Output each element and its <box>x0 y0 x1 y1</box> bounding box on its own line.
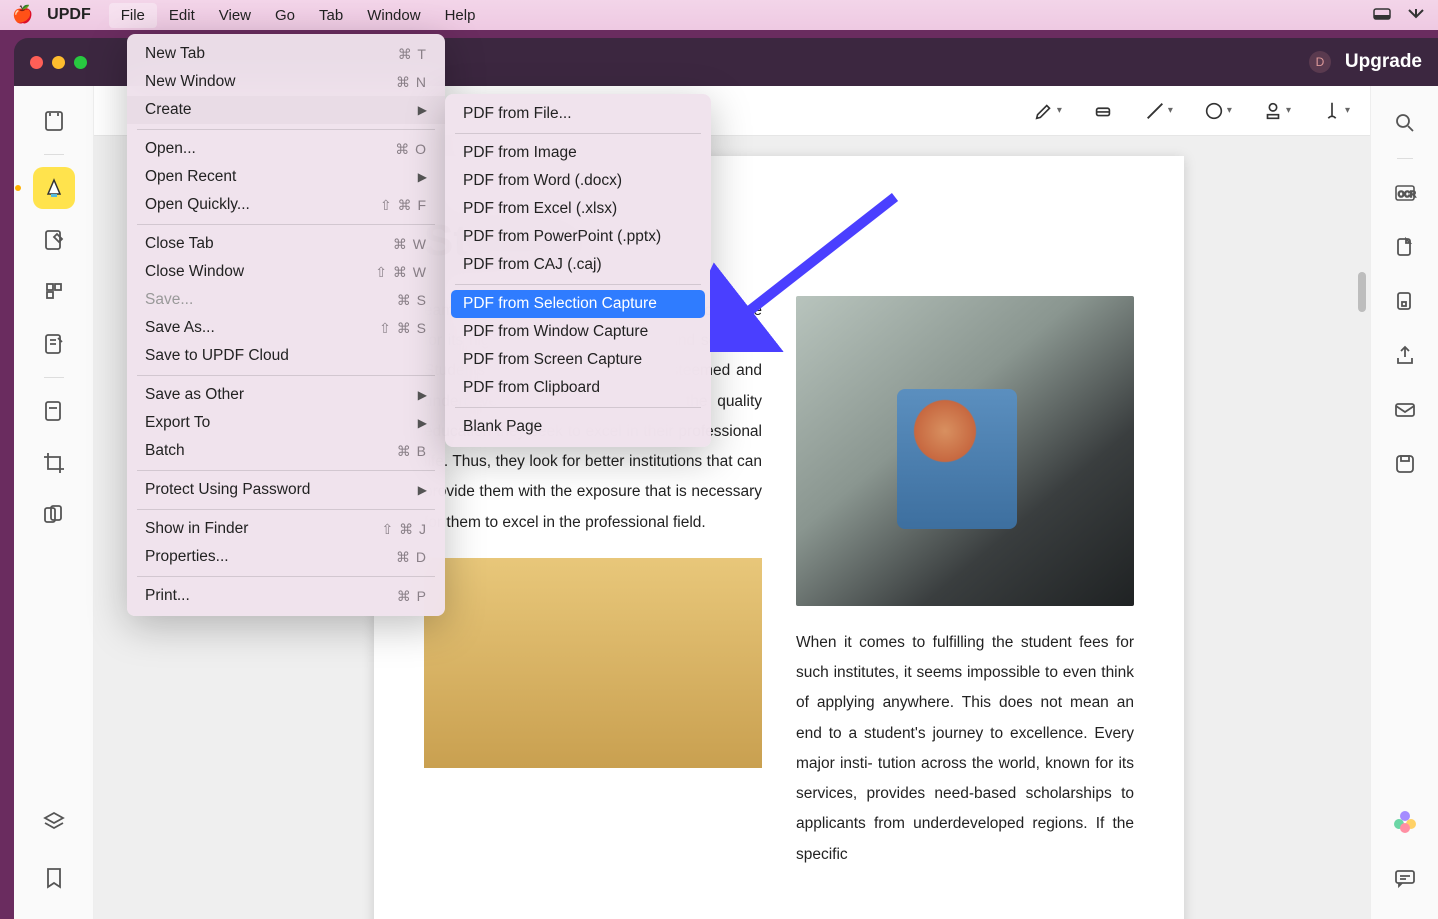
pencil-tool[interactable]: ▾ <box>1033 100 1062 122</box>
tray-icon-1[interactable] <box>1372 7 1392 23</box>
svg-text:OCR: OCR <box>1398 190 1416 199</box>
separator <box>455 133 701 134</box>
menu-pdf-from-file[interactable]: PDF from File... <box>445 100 711 128</box>
maximize-window-button[interactable] <box>74 56 87 69</box>
document-image-2 <box>424 558 762 768</box>
separator <box>1397 158 1413 159</box>
menu-window[interactable]: Window <box>355 3 432 28</box>
menu-help[interactable]: Help <box>433 3 488 28</box>
organize-tool[interactable] <box>33 271 75 313</box>
menu-save-as[interactable]: Save As...⇧ ⌘ S <box>127 314 445 342</box>
menu-show-finder[interactable]: Show in Finder⇧ ⌘ J <box>127 515 445 543</box>
menu-protect[interactable]: Protect Using Password▶ <box>127 476 445 504</box>
menu-pdf-from-image[interactable]: PDF from Image <box>445 139 711 167</box>
chevron-right-icon: ▶ <box>418 416 427 430</box>
menu-blank-page[interactable]: Blank Page <box>445 413 711 441</box>
menu-print[interactable]: Print...⌘ P <box>127 582 445 610</box>
apple-icon[interactable]: 🍎 <box>12 5 33 25</box>
right-sidebar: OCR <box>1370 86 1438 919</box>
menu-pdf-from-caj[interactable]: PDF from CAJ (.caj) <box>445 251 711 279</box>
separator <box>44 154 64 155</box>
minimize-window-button[interactable] <box>52 56 65 69</box>
separator <box>137 129 435 130</box>
chevron-right-icon: ▶ <box>418 170 427 184</box>
window-controls <box>30 56 87 69</box>
separator <box>137 224 435 225</box>
layers-button[interactable] <box>33 801 75 843</box>
separator <box>137 470 435 471</box>
menu-pdf-from-powerpoint[interactable]: PDF from PowerPoint (.pptx) <box>445 223 711 251</box>
chevron-right-icon: ▶ <box>418 103 427 117</box>
save-button[interactable] <box>1384 443 1426 485</box>
signature-tool[interactable]: ▾ <box>1321 100 1350 122</box>
separator <box>137 576 435 577</box>
menu-new-tab[interactable]: New Tab⌘ T <box>127 40 445 68</box>
stamp-tool[interactable]: ▾ <box>1262 100 1291 122</box>
chevron-right-icon: ▶ <box>418 483 427 497</box>
scrollbar-thumb[interactable] <box>1358 272 1366 312</box>
separator <box>44 377 64 378</box>
line-tool[interactable]: ▾ <box>1144 100 1173 122</box>
menu-open-quickly[interactable]: Open Quickly...⇧ ⌘ F <box>127 191 445 219</box>
document-image-1 <box>796 296 1134 606</box>
comment-button[interactable] <box>1384 857 1426 899</box>
left-sidebar <box>14 86 94 919</box>
separator <box>455 284 701 285</box>
menu-edit[interactable]: Edit <box>157 3 207 28</box>
menu-open[interactable]: Open...⌘ O <box>127 135 445 163</box>
menu-view[interactable]: View <box>207 3 263 28</box>
menu-pdf-from-screen-capture[interactable]: PDF from Screen Capture <box>445 346 711 374</box>
menu-create[interactable]: Create▶ <box>127 96 445 124</box>
bookmark-button[interactable] <box>33 857 75 899</box>
menu-pdf-from-word[interactable]: PDF from Word (.docx) <box>445 167 711 195</box>
menu-open-recent[interactable]: Open Recent▶ <box>127 163 445 191</box>
separator <box>137 375 435 376</box>
search-button[interactable] <box>1384 102 1426 144</box>
menu-tab[interactable]: Tab <box>307 3 355 28</box>
menu-export-to[interactable]: Export To▶ <box>127 409 445 437</box>
menu-file[interactable]: File <box>109 3 157 28</box>
compare-tool[interactable] <box>33 494 75 536</box>
menu-save-cloud[interactable]: Save to UPDF Cloud <box>127 342 445 370</box>
menu-save-other[interactable]: Save as Other▶ <box>127 381 445 409</box>
menu-pdf-from-selection-capture[interactable]: PDF from Selection Capture <box>451 290 705 318</box>
separator <box>455 407 701 408</box>
app-name[interactable]: UPDF <box>47 6 91 24</box>
protect-button[interactable] <box>1384 281 1426 323</box>
redact-tool[interactable] <box>33 390 75 432</box>
ocr-button[interactable]: OCR <box>1384 173 1426 215</box>
close-window-button[interactable] <box>30 56 43 69</box>
shape-tool[interactable]: ▾ <box>1203 100 1232 122</box>
edit-tool[interactable] <box>33 219 75 261</box>
reader-tool[interactable] <box>33 100 75 142</box>
tray-icon-2[interactable] <box>1406 7 1426 23</box>
menu-pdf-from-window-capture[interactable]: PDF from Window Capture <box>445 318 711 346</box>
highlighter-tool[interactable] <box>33 167 75 209</box>
form-tool[interactable] <box>33 323 75 365</box>
document-column-right: When it comes to fulfilling the student … <box>796 296 1134 870</box>
share-button[interactable] <box>1384 335 1426 377</box>
separator <box>137 509 435 510</box>
convert-button[interactable] <box>1384 227 1426 269</box>
eraser-tool[interactable] <box>1092 100 1114 122</box>
macos-menubar: 🍎 UPDF File Edit View Go Tab Window Help <box>0 0 1438 30</box>
menu-save: Save...⌘ S <box>127 286 445 314</box>
crop-tool[interactable] <box>33 442 75 484</box>
menu-batch[interactable]: Batch⌘ B <box>127 437 445 465</box>
menu-go[interactable]: Go <box>263 3 307 28</box>
menu-close-tab[interactable]: Close Tab⌘ W <box>127 230 445 258</box>
email-button[interactable] <box>1384 389 1426 431</box>
menu-new-window[interactable]: New Window⌘ N <box>127 68 445 96</box>
menu-properties[interactable]: Properties...⌘ D <box>127 543 445 571</box>
menu-close-window[interactable]: Close Window⇧ ⌘ W <box>127 258 445 286</box>
upgrade-button[interactable]: Upgrade <box>1345 51 1422 73</box>
create-submenu: PDF from File... PDF from Image PDF from… <box>445 94 711 447</box>
user-avatar[interactable]: D <box>1309 51 1331 73</box>
chevron-right-icon: ▶ <box>418 388 427 402</box>
menu-pdf-from-clipboard[interactable]: PDF from Clipboard <box>445 374 711 402</box>
file-menu: New Tab⌘ T New Window⌘ N Create▶ Open...… <box>127 34 445 616</box>
ai-button[interactable] <box>1384 801 1426 843</box>
menu-pdf-from-excel[interactable]: PDF from Excel (.xlsx) <box>445 195 711 223</box>
